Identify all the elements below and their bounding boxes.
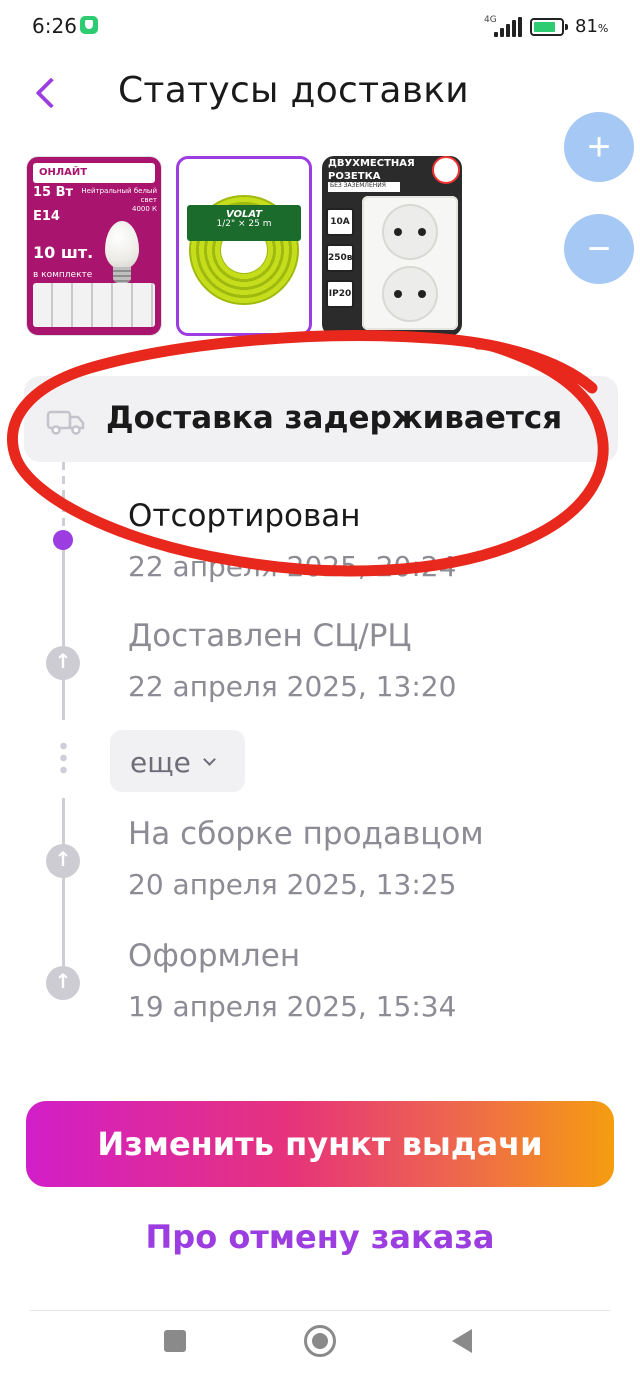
- cancel-order-info-link[interactable]: Про отмену заказа: [0, 1218, 640, 1256]
- home-button[interactable]: [304, 1325, 336, 1357]
- hose-label: VOLAT 1/2" × 25 m: [187, 205, 301, 241]
- socket-outlet-top: [382, 204, 438, 260]
- socket-outlet-bottom: [382, 266, 438, 322]
- status-title: Отсортирован: [128, 498, 361, 534]
- zoom-out-button[interactable]: −: [564, 214, 634, 284]
- status-title: Доставлен СЦ/РЦ: [128, 618, 412, 654]
- arrow-up-icon: [46, 844, 80, 878]
- app-notification-icon: [80, 16, 98, 34]
- bulb-image: [105, 221, 139, 269]
- status-time: 6:26: [32, 14, 77, 38]
- spec-voltage: 250в: [326, 244, 354, 272]
- product-base: E14: [33, 209, 60, 224]
- bulb-base-image: [113, 267, 131, 283]
- status-date: 20 апреля 2025, 13:25: [128, 868, 457, 901]
- arrow-up-icon: [46, 646, 80, 680]
- recent-apps-button[interactable]: [164, 1330, 186, 1352]
- chevron-down-icon: [202, 753, 216, 766]
- socket-image: [362, 196, 458, 330]
- product-brand: ОНЛАЙТ: [33, 163, 155, 183]
- truck-icon: [46, 410, 85, 435]
- status-title: Оформлен: [128, 938, 301, 974]
- back-button[interactable]: [28, 70, 64, 114]
- change-pickup-point-button[interactable]: Изменить пункт выдачи: [26, 1101, 614, 1187]
- timeline-line: [62, 548, 65, 720]
- arrow-up-icon: [46, 966, 80, 1000]
- red-marker-annotation: [6, 330, 609, 577]
- product-thumbnail-hose[interactable]: VOLAT 1/2" × 25 m: [176, 156, 312, 336]
- battery-percent: 81%: [575, 16, 609, 37]
- product-count: 10 шт. в комплекте: [33, 243, 94, 280]
- status-date: 19 апреля 2025, 15:34: [128, 990, 457, 1023]
- product-boxes-image: [33, 283, 155, 327]
- page-title: Статусы доставки: [118, 70, 470, 111]
- delay-banner-text: Доставка задерживается: [106, 400, 563, 436]
- spec-protection: IP20: [326, 280, 354, 308]
- spec-current: 10A: [326, 208, 354, 236]
- product-thumbnail-bulbs[interactable]: ОНЛАЙТ 15 Вт E14 Нейтральный белый свет 4…: [26, 156, 162, 336]
- product-thumbnail-socket[interactable]: ДВУХМЕСТНАЯ РОЗЕТКА БЕЗ ЗАЗЕМЛЕНИЯ 10A 2…: [322, 156, 462, 336]
- zoom-in-button[interactable]: +: [564, 112, 634, 182]
- status-title: На сборке продавцом: [128, 816, 484, 852]
- plus-icon: +: [587, 125, 611, 169]
- timeline-collapsed-dots: [59, 740, 68, 776]
- battery-icon: [530, 18, 568, 36]
- show-more-button[interactable]: еще: [110, 730, 245, 792]
- timeline-line: [62, 798, 65, 986]
- product-light-info: Нейтральный белый свет 4000 К: [81, 187, 157, 214]
- divider: [30, 1310, 610, 1311]
- timeline-active-dot: [53, 530, 73, 550]
- system-back-button[interactable]: [452, 1329, 472, 1353]
- status-date: 22 апреля 2025, 13:20: [128, 670, 457, 703]
- status-date: 22 апреля 2025, 20:24: [128, 550, 457, 583]
- minus-icon: −: [587, 227, 611, 271]
- quality-seal-icon: [432, 156, 460, 184]
- signal-icon: [494, 17, 522, 37]
- product-subheader: БЕЗ ЗАЗЕМЛЕНИЯ: [328, 182, 400, 192]
- timeline-dashed-line: [62, 462, 65, 538]
